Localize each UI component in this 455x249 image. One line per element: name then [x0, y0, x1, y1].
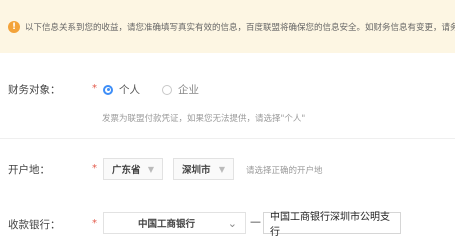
radio-company-label: 企业	[178, 84, 199, 96]
bank-label: 收款银行：	[8, 219, 61, 231]
warning-icon: !	[8, 20, 20, 33]
notice-text: 以下信息关系到您的收益，请您准确填写真实有效的信息，百度联盟将确保您的信息安全。…	[25, 22, 455, 33]
finance-required-mark: *	[92, 83, 97, 94]
province-select[interactable]: 广东省 ▼	[103, 158, 163, 180]
radio-company-circle[interactable]	[162, 84, 172, 95]
radio-personal[interactable]: 个人	[103, 82, 140, 97]
finance-label: 财务对象：	[8, 84, 61, 96]
city-caret-icon: ▼	[218, 164, 225, 174]
bank-select-value: 中国工商银行	[138, 219, 196, 230]
finance-radio-group: 个人 企业	[103, 82, 199, 97]
city-select[interactable]: 深圳市 ▼	[173, 158, 234, 180]
bank-required-mark: *	[92, 218, 97, 229]
bank-caret-icon: ⌄	[227, 216, 237, 230]
bank-select[interactable]: 中国工商银行 ⌄	[103, 212, 246, 234]
branch-label: 开户地：	[8, 164, 50, 176]
radio-personal-circle[interactable]	[103, 84, 113, 95]
notice-banner: ! 以下信息关系到您的收益，请您准确填写真实有效的信息，百度联盟将确保您的信息安…	[0, 0, 455, 53]
branch-hint: 请选择正确的开户地	[246, 166, 323, 176]
section-divider	[0, 138, 455, 139]
city-value: 深圳市	[182, 165, 211, 176]
bank-dash: —	[250, 215, 261, 228]
radio-personal-label: 个人	[119, 84, 140, 96]
bank-branch-input[interactable]: 中国工商银行深圳市公明支行	[263, 212, 401, 238]
province-caret-icon: ▼	[147, 164, 154, 174]
province-value: 广东省	[112, 165, 141, 176]
finance-hint: 发票为联盟付款凭证，如果您无法提供，请选择"个人"	[102, 114, 306, 124]
branch-required-mark: *	[92, 163, 97, 174]
radio-company[interactable]: 企业	[162, 82, 199, 97]
